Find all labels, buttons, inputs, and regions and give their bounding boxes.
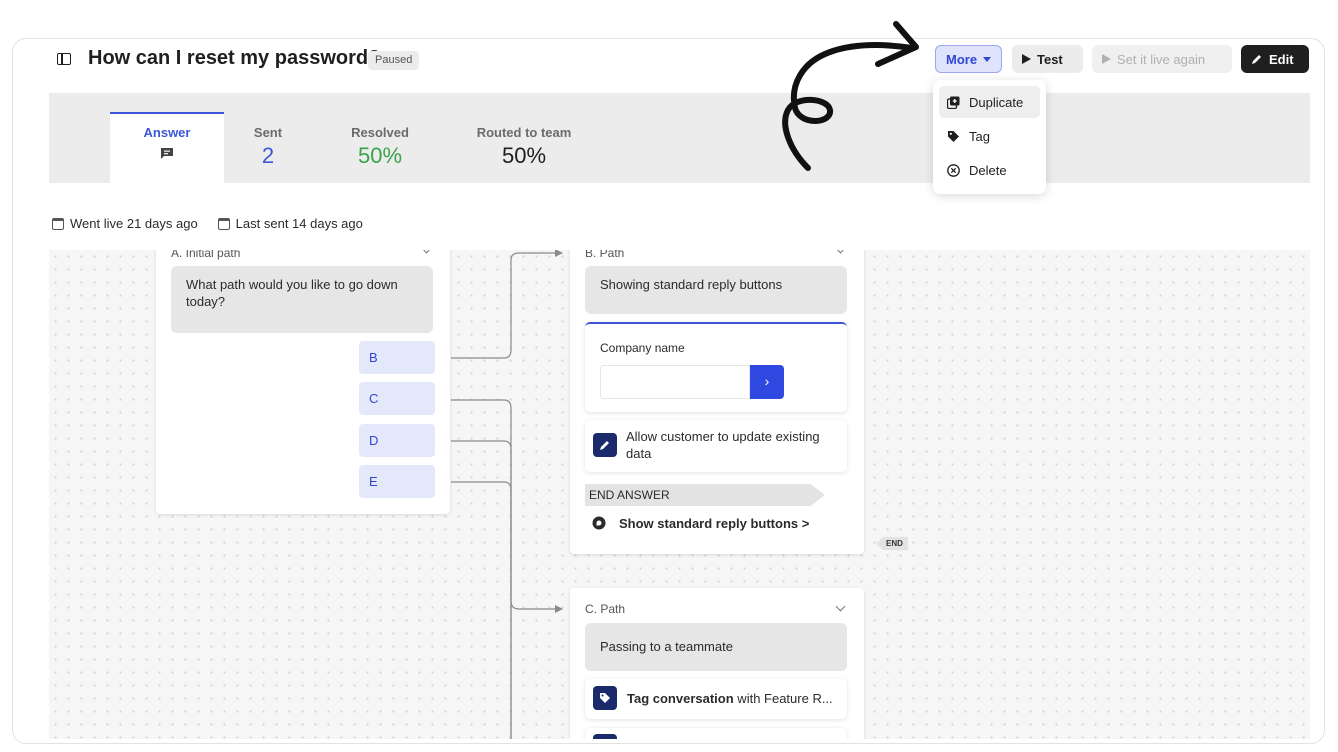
- path-c-message: Passing to a teammate: [585, 623, 847, 671]
- stat-routed: Routed to team 50%: [468, 125, 580, 169]
- stat-sent: Sent 2: [228, 125, 308, 169]
- sidebar-toggle-icon[interactable]: [57, 53, 71, 65]
- edit-label: Edit: [1269, 51, 1294, 67]
- stat-answer[interactable]: Answer: [110, 125, 224, 165]
- calendar-icon: [217, 217, 230, 230]
- tag-icon: [593, 686, 617, 710]
- menu-item-label: Duplicate: [969, 94, 1024, 110]
- flow-canvas[interactable]: A. Initial path What path would you like…: [49, 250, 1310, 739]
- play-icon: [1022, 54, 1031, 64]
- last-sent-text: Last sent 14 days ago: [235, 216, 363, 231]
- menu-item-duplicate[interactable]: Duplicate: [939, 86, 1040, 118]
- stat-routed-label: Routed to team: [476, 125, 572, 140]
- test-button[interactable]: Test: [1012, 45, 1083, 73]
- path-b-message: Showing standard reply buttons: [585, 266, 847, 314]
- tag-action-bold: Tag conversation: [627, 691, 734, 706]
- delete-icon: [947, 163, 960, 177]
- menu-item-tag[interactable]: Tag: [939, 120, 1040, 152]
- submit-arrow-button[interactable]: ›: [750, 365, 784, 399]
- tag-action-rest: with Feature R...: [733, 691, 833, 706]
- stat-sent-value: 2: [261, 143, 275, 168]
- reply-buttons-icon: [592, 516, 606, 530]
- option-d-button[interactable]: D: [359, 424, 435, 457]
- menu-item-label: Tag: [969, 128, 990, 144]
- end-answer-bar: END ANSWER: [585, 484, 825, 506]
- option-e-button[interactable]: E: [359, 465, 435, 498]
- pencil-icon: [593, 433, 617, 457]
- tag-conversation-text: Tag conversation with Feature R...: [627, 690, 833, 707]
- path-c-title: C. Path: [585, 602, 626, 616]
- chat-icon: [161, 148, 173, 159]
- reply-buttons-link[interactable]: Show standard reply buttons >: [619, 515, 809, 532]
- meta-row: Went live 21 days ago Last sent 14 days …: [52, 216, 363, 231]
- stat-resolved-value: 50%: [357, 143, 403, 168]
- more-button[interactable]: More: [935, 45, 1002, 73]
- path-b-title: B. Path: [585, 250, 625, 260]
- calendar-icon: [52, 217, 64, 230]
- option-c-button[interactable]: C: [359, 382, 435, 415]
- edit-button[interactable]: Edit: [1241, 45, 1309, 73]
- option-b-button[interactable]: B: [359, 341, 435, 374]
- set-live-label: Set it live again: [1117, 51, 1206, 67]
- status-badge: Paused: [368, 51, 420, 70]
- update-data-text: Allow customer to update existing data: [626, 429, 820, 461]
- pencil-icon: [1252, 55, 1261, 64]
- went-live-text: Went live 21 days ago: [70, 216, 198, 231]
- path-a-title: A. Initial path: [171, 250, 241, 260]
- duplicate-icon: [947, 96, 960, 109]
- action-icon: [593, 734, 617, 739]
- set-live-button[interactable]: Set it live again: [1092, 45, 1232, 73]
- play-icon: [1102, 54, 1111, 64]
- more-label: More: [946, 51, 978, 67]
- stat-answer-label: Answer: [143, 125, 191, 140]
- stat-resolved-label: Resolved: [351, 125, 409, 140]
- next-action: [585, 728, 847, 739]
- menu-item-delete[interactable]: Delete: [939, 154, 1040, 186]
- more-dropdown-menu: Duplicate Tag Delete: [933, 80, 1046, 194]
- stat-sent-label: Sent: [253, 125, 283, 140]
- page-title: How can I reset my password?: [88, 47, 381, 69]
- test-label: Test: [1037, 51, 1063, 67]
- company-name-input[interactable]: [600, 365, 750, 399]
- menu-item-label: Delete: [969, 162, 1007, 178]
- stat-resolved: Resolved 50%: [332, 125, 428, 169]
- tag-icon: [948, 130, 959, 142]
- path-a-message: What path would you like to go down toda…: [171, 266, 433, 333]
- company-name-label: Company name: [600, 341, 685, 355]
- caret-down-icon: [983, 56, 992, 62]
- stat-routed-value: 50%: [501, 143, 547, 168]
